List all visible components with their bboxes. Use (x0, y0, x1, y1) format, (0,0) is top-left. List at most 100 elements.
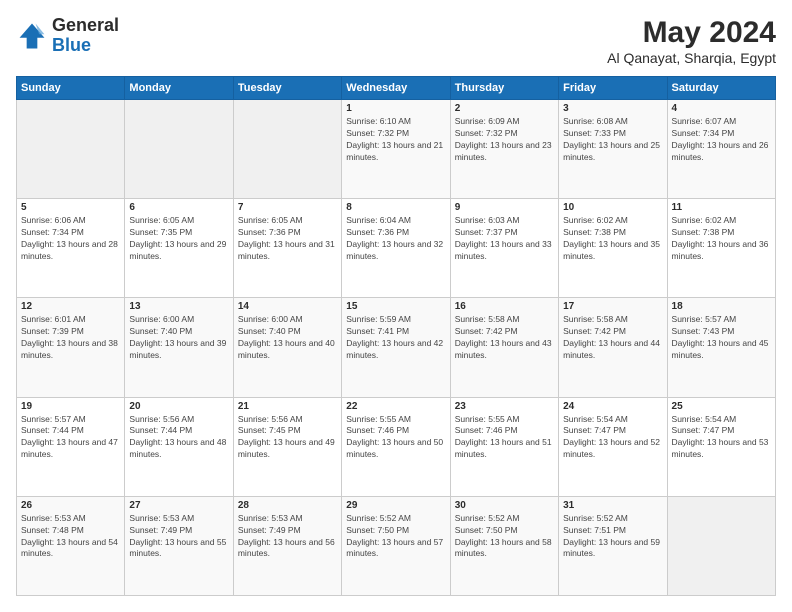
day-number: 20 (129, 401, 228, 412)
calendar-cell: 15Sunrise: 5:59 AMSunset: 7:41 PMDayligh… (342, 298, 450, 397)
day-info: Sunrise: 6:02 AMSunset: 7:38 PMDaylight:… (563, 215, 662, 263)
day-info: Sunrise: 5:55 AMSunset: 7:46 PMDaylight:… (455, 414, 554, 462)
day-info: Sunrise: 5:54 AMSunset: 7:47 PMDaylight:… (563, 414, 662, 462)
day-number: 28 (238, 500, 337, 511)
day-number: 15 (346, 301, 445, 312)
day-number: 21 (238, 401, 337, 412)
calendar-cell: 20 Sunrise: 5:56 AMSunset: 7:44 PMDayligh… (125, 397, 233, 496)
day-number: 4 (672, 103, 771, 114)
day-number: 8 (346, 202, 445, 213)
day-info: Sunrise: 6:00 AMSunset: 7:40 PMDaylight:… (238, 314, 337, 362)
main-title: May 2024 (607, 16, 776, 50)
calendar-cell (17, 100, 125, 199)
day-number: 3 (563, 103, 662, 114)
day-info: Sunrise: 6:02 AMSunset: 7:38 PMDaylight:… (672, 215, 771, 263)
day-number: 6 (129, 202, 228, 213)
day-number: 16 (455, 301, 554, 312)
calendar-cell: 30 Sunrise: 5:52 AMSunset: 7:50 PMDayligh… (450, 496, 558, 595)
weekday-header-monday: Monday (125, 77, 233, 100)
weekday-header-friday: Friday (559, 77, 667, 100)
day-info: Sunrise: 6:01 AMSunset: 7:39 PMDaylight:… (21, 314, 120, 362)
calendar-cell: 1 Sunrise: 6:10 AMSunset: 7:32 PMDaylight… (342, 100, 450, 199)
calendar-cell (233, 100, 341, 199)
day-number: 24 (563, 401, 662, 412)
day-info: Sunrise: 6:05 AMSunset: 7:35 PMDaylight:… (129, 215, 228, 263)
day-number: 18 (672, 301, 771, 312)
day-number: 10 (563, 202, 662, 213)
day-info: Sunrise: 5:57 AMSunset: 7:44 PMDaylight:… (21, 414, 120, 462)
day-number: 25 (672, 401, 771, 412)
calendar-cell (667, 496, 775, 595)
header: General Blue May 2024 Al Qanayat, Sharqi… (16, 16, 776, 66)
title-block: May 2024 Al Qanayat, Sharqia, Egypt (607, 16, 776, 66)
day-number: 22 (346, 401, 445, 412)
subtitle: Al Qanayat, Sharqia, Egypt (607, 50, 776, 66)
day-info: Sunrise: 6:03 AMSunset: 7:37 PMDaylight:… (455, 215, 554, 263)
day-number: 12 (21, 301, 120, 312)
weekday-header-saturday: Saturday (667, 77, 775, 100)
calendar-cell: 23Sunrise: 5:55 AMSunset: 7:46 PMDayligh… (450, 397, 558, 496)
calendar-cell: 17Sunrise: 5:58 AMSunset: 7:42 PMDayligh… (559, 298, 667, 397)
day-number: 7 (238, 202, 337, 213)
calendar-cell: 22 Sunrise: 5:55 AMSunset: 7:46 PMDayligh… (342, 397, 450, 496)
calendar-cell: 13Sunrise: 6:00 AMSunset: 7:40 PMDayligh… (125, 298, 233, 397)
day-number: 29 (346, 500, 445, 511)
calendar-cell (125, 100, 233, 199)
calendar-cell: 12 Sunrise: 6:01 AMSunset: 7:39 PMDayligh… (17, 298, 125, 397)
calendar-cell: 9Sunrise: 6:03 AMSunset: 7:37 PMDaylight… (450, 199, 558, 298)
day-number: 30 (455, 500, 554, 511)
logo-icon (16, 20, 48, 52)
day-number: 31 (563, 500, 662, 511)
weekday-header-tuesday: Tuesday (233, 77, 341, 100)
day-info: Sunrise: 5:52 AMSunset: 7:50 PMDaylight:… (455, 513, 554, 561)
calendar-cell: 2 Sunrise: 6:09 AMSunset: 7:32 PMDaylight… (450, 100, 558, 199)
calendar-cell: 16Sunrise: 5:58 AMSunset: 7:42 PMDayligh… (450, 298, 558, 397)
day-info: Sunrise: 5:55 AMSunset: 7:46 PMDaylight:… (346, 414, 445, 462)
day-info: Sunrise: 5:56 AMSunset: 7:44 PMDaylight:… (129, 414, 228, 462)
day-info: Sunrise: 5:53 AMSunset: 7:48 PMDaylight:… (21, 513, 120, 561)
weekday-header-thursday: Thursday (450, 77, 558, 100)
day-number: 14 (238, 301, 337, 312)
day-info: Sunrise: 5:56 AMSunset: 7:45 PMDaylight:… (238, 414, 337, 462)
day-info: Sunrise: 5:54 AMSunset: 7:47 PMDaylight:… (672, 414, 771, 462)
day-info: Sunrise: 5:57 AMSunset: 7:43 PMDaylight:… (672, 314, 771, 362)
day-number: 2 (455, 103, 554, 114)
calendar-cell: 4 Sunrise: 6:07 AMSunset: 7:34 PMDaylight… (667, 100, 775, 199)
calendar-cell: 11 Sunrise: 6:02 AMSunset: 7:38 PMDayligh… (667, 199, 775, 298)
calendar-cell: 10 Sunrise: 6:02 AMSunset: 7:38 PMDayligh… (559, 199, 667, 298)
calendar-cell: 26 Sunrise: 5:53 AMSunset: 7:48 PMDayligh… (17, 496, 125, 595)
calendar-cell: 21 Sunrise: 5:56 AMSunset: 7:45 PMDayligh… (233, 397, 341, 496)
calendar-cell: 6 Sunrise: 6:05 AMSunset: 7:35 PMDaylight… (125, 199, 233, 298)
day-info: Sunrise: 6:09 AMSunset: 7:32 PMDaylight:… (455, 116, 554, 164)
day-info: Sunrise: 5:52 AMSunset: 7:50 PMDaylight:… (346, 513, 445, 561)
calendar-cell: 19 Sunrise: 5:57 AMSunset: 7:44 PMDayligh… (17, 397, 125, 496)
day-number: 19 (21, 401, 120, 412)
page: General Blue May 2024 Al Qanayat, Sharqi… (0, 0, 792, 612)
day-info: Sunrise: 6:07 AMSunset: 7:34 PMDaylight:… (672, 116, 771, 164)
calendar-cell: 27 Sunrise: 5:53 AMSunset: 7:49 PMDayligh… (125, 496, 233, 595)
day-number: 26 (21, 500, 120, 511)
day-info: Sunrise: 6:00 AMSunset: 7:40 PMDaylight:… (129, 314, 228, 362)
day-info: Sunrise: 6:05 AMSunset: 7:36 PMDaylight:… (238, 215, 337, 263)
day-info: Sunrise: 6:06 AMSunset: 7:34 PMDaylight:… (21, 215, 120, 263)
day-number: 17 (563, 301, 662, 312)
calendar-cell: 8 Sunrise: 6:04 AMSunset: 7:36 PMDaylight… (342, 199, 450, 298)
day-number: 11 (672, 202, 771, 213)
day-info: Sunrise: 6:10 AMSunset: 7:32 PMDaylight:… (346, 116, 445, 164)
day-info: Sunrise: 6:04 AMSunset: 7:36 PMDaylight:… (346, 215, 445, 263)
logo: General Blue (16, 16, 119, 56)
calendar-cell: 24 Sunrise: 5:54 AMSunset: 7:47 PMDayligh… (559, 397, 667, 496)
calendar-cell: 3Sunrise: 6:08 AMSunset: 7:33 PMDaylight… (559, 100, 667, 199)
calendar-cell: 25 Sunrise: 5:54 AMSunset: 7:47 PMDayligh… (667, 397, 775, 496)
calendar-cell: 18 Sunrise: 5:57 AMSunset: 7:43 PMDayligh… (667, 298, 775, 397)
weekday-header-sunday: Sunday (17, 77, 125, 100)
calendar-cell: 5 Sunrise: 6:06 AMSunset: 7:34 PMDaylight… (17, 199, 125, 298)
logo-text: General Blue (52, 16, 119, 56)
calendar-cell: 14 Sunrise: 6:00 AMSunset: 7:40 PMDayligh… (233, 298, 341, 397)
calendar-table: SundayMondayTuesdayWednesdayThursdayFrid… (16, 76, 776, 596)
day-number: 27 (129, 500, 228, 511)
day-number: 1 (346, 103, 445, 114)
calendar-cell: 28Sunrise: 5:53 AMSunset: 7:49 PMDayligh… (233, 496, 341, 595)
day-info: Sunrise: 5:53 AMSunset: 7:49 PMDaylight:… (129, 513, 228, 561)
day-number: 5 (21, 202, 120, 213)
